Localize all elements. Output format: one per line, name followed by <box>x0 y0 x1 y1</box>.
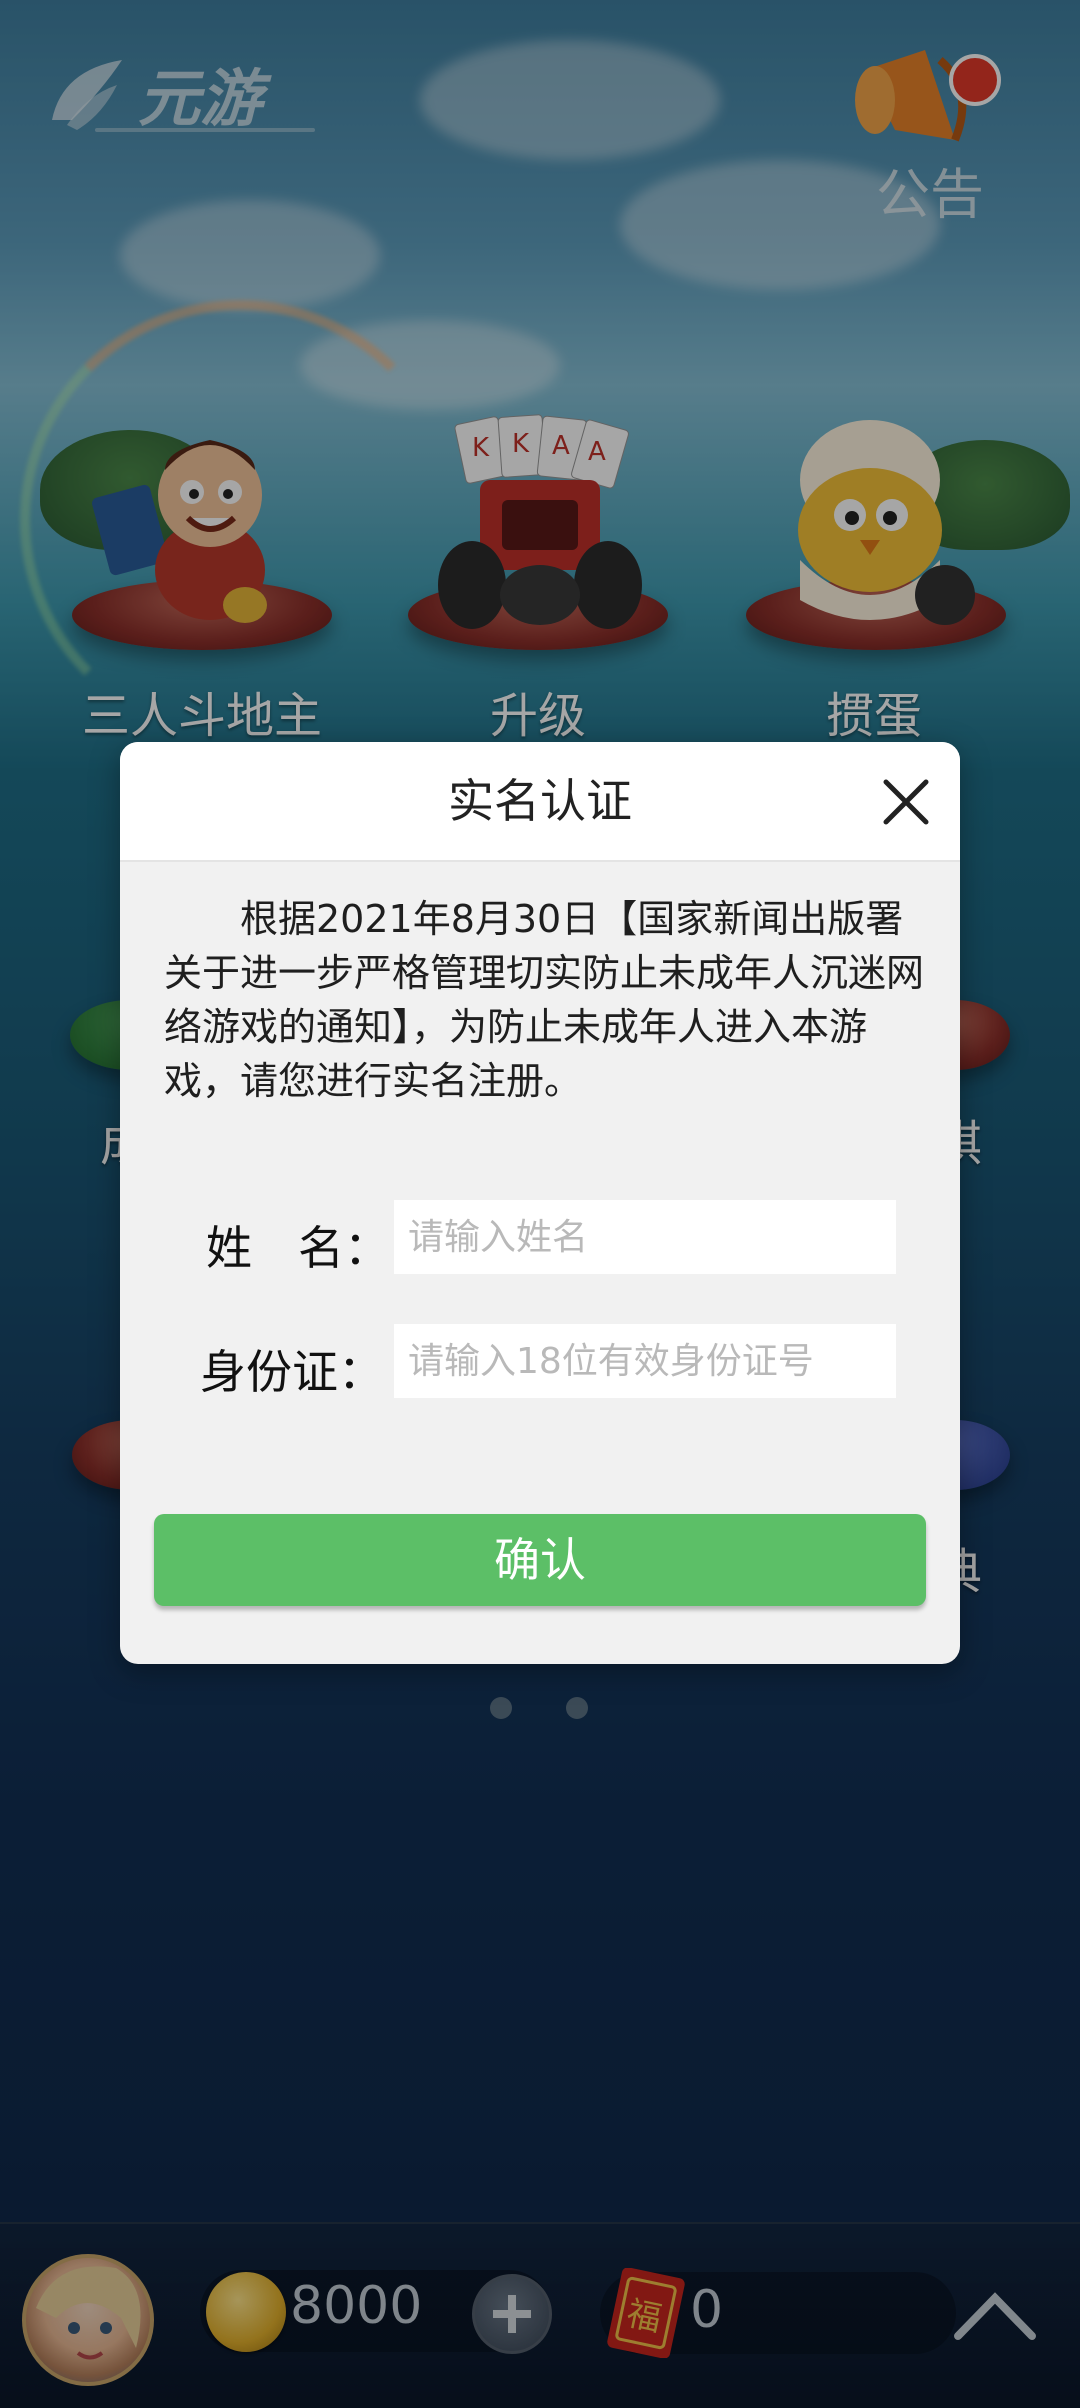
real-name-auth-dialog: 实名认证 根据2021年8月30日【国家新闻出版署关于进一步严格管理切实防止未成… <box>120 742 960 1664</box>
confirm-button[interactable]: 确认 <box>154 1514 926 1606</box>
name-field-label: 姓 名： <box>206 1221 390 1275</box>
dialog-message: 根据2021年8月30日【国家新闻出版署关于进一步严格管理切实防止未成年人沉迷网… <box>164 897 925 1103</box>
dialog-title: 实名认证 <box>448 774 632 828</box>
close-icon[interactable] <box>878 774 934 830</box>
id-field-label: 身份证： <box>200 1345 384 1399</box>
game-lobby-screen: 三人斗地主 K K A A 升级 掼蛋 成 棋 典 <box>0 0 1080 2408</box>
id-number-input[interactable] <box>394 1324 896 1398</box>
dialog-header: 实名认证 <box>120 742 960 862</box>
name-input[interactable] <box>394 1200 896 1274</box>
